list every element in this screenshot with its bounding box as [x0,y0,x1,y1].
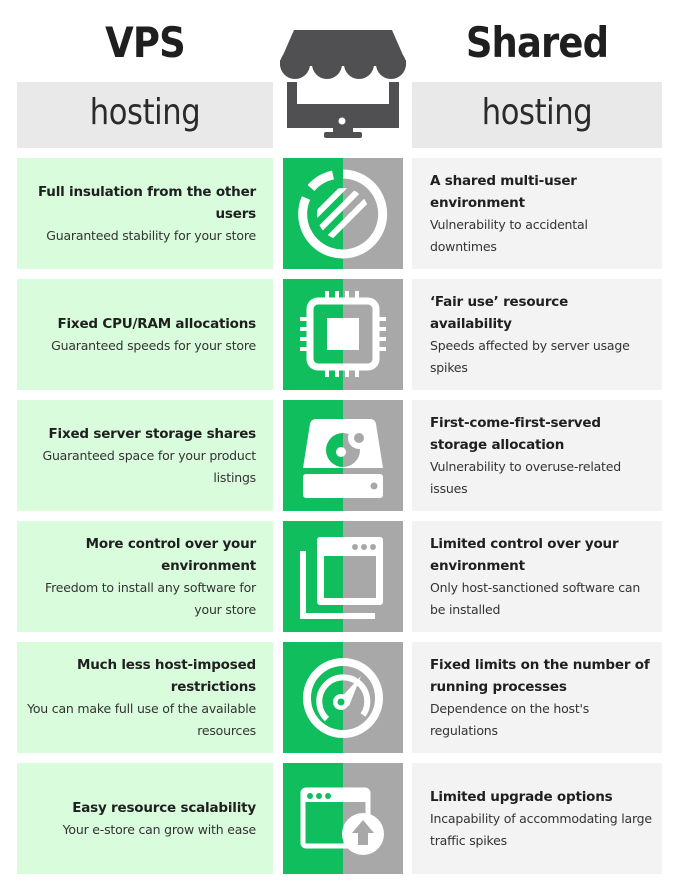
vps-heading: Much less host-imposed restrictions [77,656,256,695]
icon-tile [283,521,403,632]
shared-cell: First-come-first-served storage allocati… [412,400,662,511]
stacked-windows-icon [300,537,383,619]
vps-heading: More control over your environment [85,535,257,574]
shared-heading: Fixed limits on the number of running pr… [430,656,650,695]
vps-detail: Freedom to install any software for your… [45,579,256,617]
vps-detail: Guaranteed space for your product listin… [42,447,256,485]
shared-cell: Limited upgrade options Incapability of … [412,763,662,874]
comparison-row: Fixed server storage shares Guaranteed s… [0,400,680,511]
icon-tile [283,158,403,269]
vps-detail: Guaranteed speeds for your store [51,337,256,353]
vps-cell: Easy resource scalability Your e-store c… [17,763,273,874]
isolation-circle-icon [298,169,388,259]
speedometer-gauge-icon [303,658,383,738]
vps-cell: Full insulation from the other users Gua… [17,158,273,269]
shared-heading: A shared multi-user environment [430,172,577,211]
shared-title: Shared [465,18,609,67]
shared-cell: Fixed limits on the number of running pr… [412,642,662,753]
vps-detail: You can make full use of the available r… [27,700,256,738]
vps-cell: Much less host-imposed restrictions You … [17,642,273,753]
vps-cell: Fixed CPU/RAM allocations Guaranteed spe… [17,279,273,390]
shared-heading: ‘Fair use’ resource availability [430,293,569,332]
shared-detail: Speeds affected by server usage spikes [430,337,630,375]
icon-tile [283,400,403,511]
comparison-row: Fixed CPU/RAM allocations Guaranteed spe… [0,279,680,390]
vps-heading: Easy resource scalability [72,799,256,816]
storefront-monitor-icon [280,30,406,138]
vps-heading: Fixed server storage shares [48,425,257,442]
shared-detail: Vulnerability to accidental downtimes [430,216,588,254]
icon-tile [283,279,403,390]
shared-heading: Limited control over your environment [430,535,619,574]
shared-heading: Limited upgrade options [430,788,613,805]
shared-cell: Limited control over your environment On… [412,521,662,632]
shared-subtitle: hosting [481,92,593,133]
vps-subtitle: hosting [89,92,201,133]
vps-detail: Guaranteed stability for your store [46,227,256,243]
comparison-row: Full insulation from the other users Gua… [0,158,680,269]
window-upgrade-arrow-icon [300,787,384,855]
icon-tile [283,763,403,874]
shared-detail: Dependence on the host's regulations [430,700,590,738]
shared-cell: ‘Fair use’ resource availability Speeds … [412,279,662,390]
shared-detail: Only host-sanctioned software can be ins… [430,579,641,617]
hard-drive-icon [303,419,383,498]
cpu-chip-icon [300,291,386,377]
vps-title: VPS [105,18,186,67]
shared-detail: Incapability of accommodating large traf… [430,810,652,848]
shared-cell: A shared multi-user environment Vulnerab… [412,158,662,269]
icon-tile [283,642,403,753]
vps-cell: More control over your environment Freed… [17,521,273,632]
shared-detail: Vulnerability to overuse-related issues [430,458,621,496]
vps-detail: Your e-store can grow with ease [62,821,257,837]
shared-heading: First-come-first-served storage allocati… [430,414,601,453]
vps-heading: Fixed CPU/RAM allocations [57,315,256,332]
vps-subtitle-band: hosting [17,82,273,148]
vps-cell: Fixed server storage shares Guaranteed s… [17,400,273,511]
comparison-row: Much less host-imposed restrictions You … [0,642,680,753]
shared-subtitle-band: hosting [412,82,662,148]
comparison-row: Easy resource scalability Your e-store c… [0,763,680,874]
vps-heading: Full insulation from the other users [37,183,256,222]
comparison-row: More control over your environment Freed… [0,521,680,632]
